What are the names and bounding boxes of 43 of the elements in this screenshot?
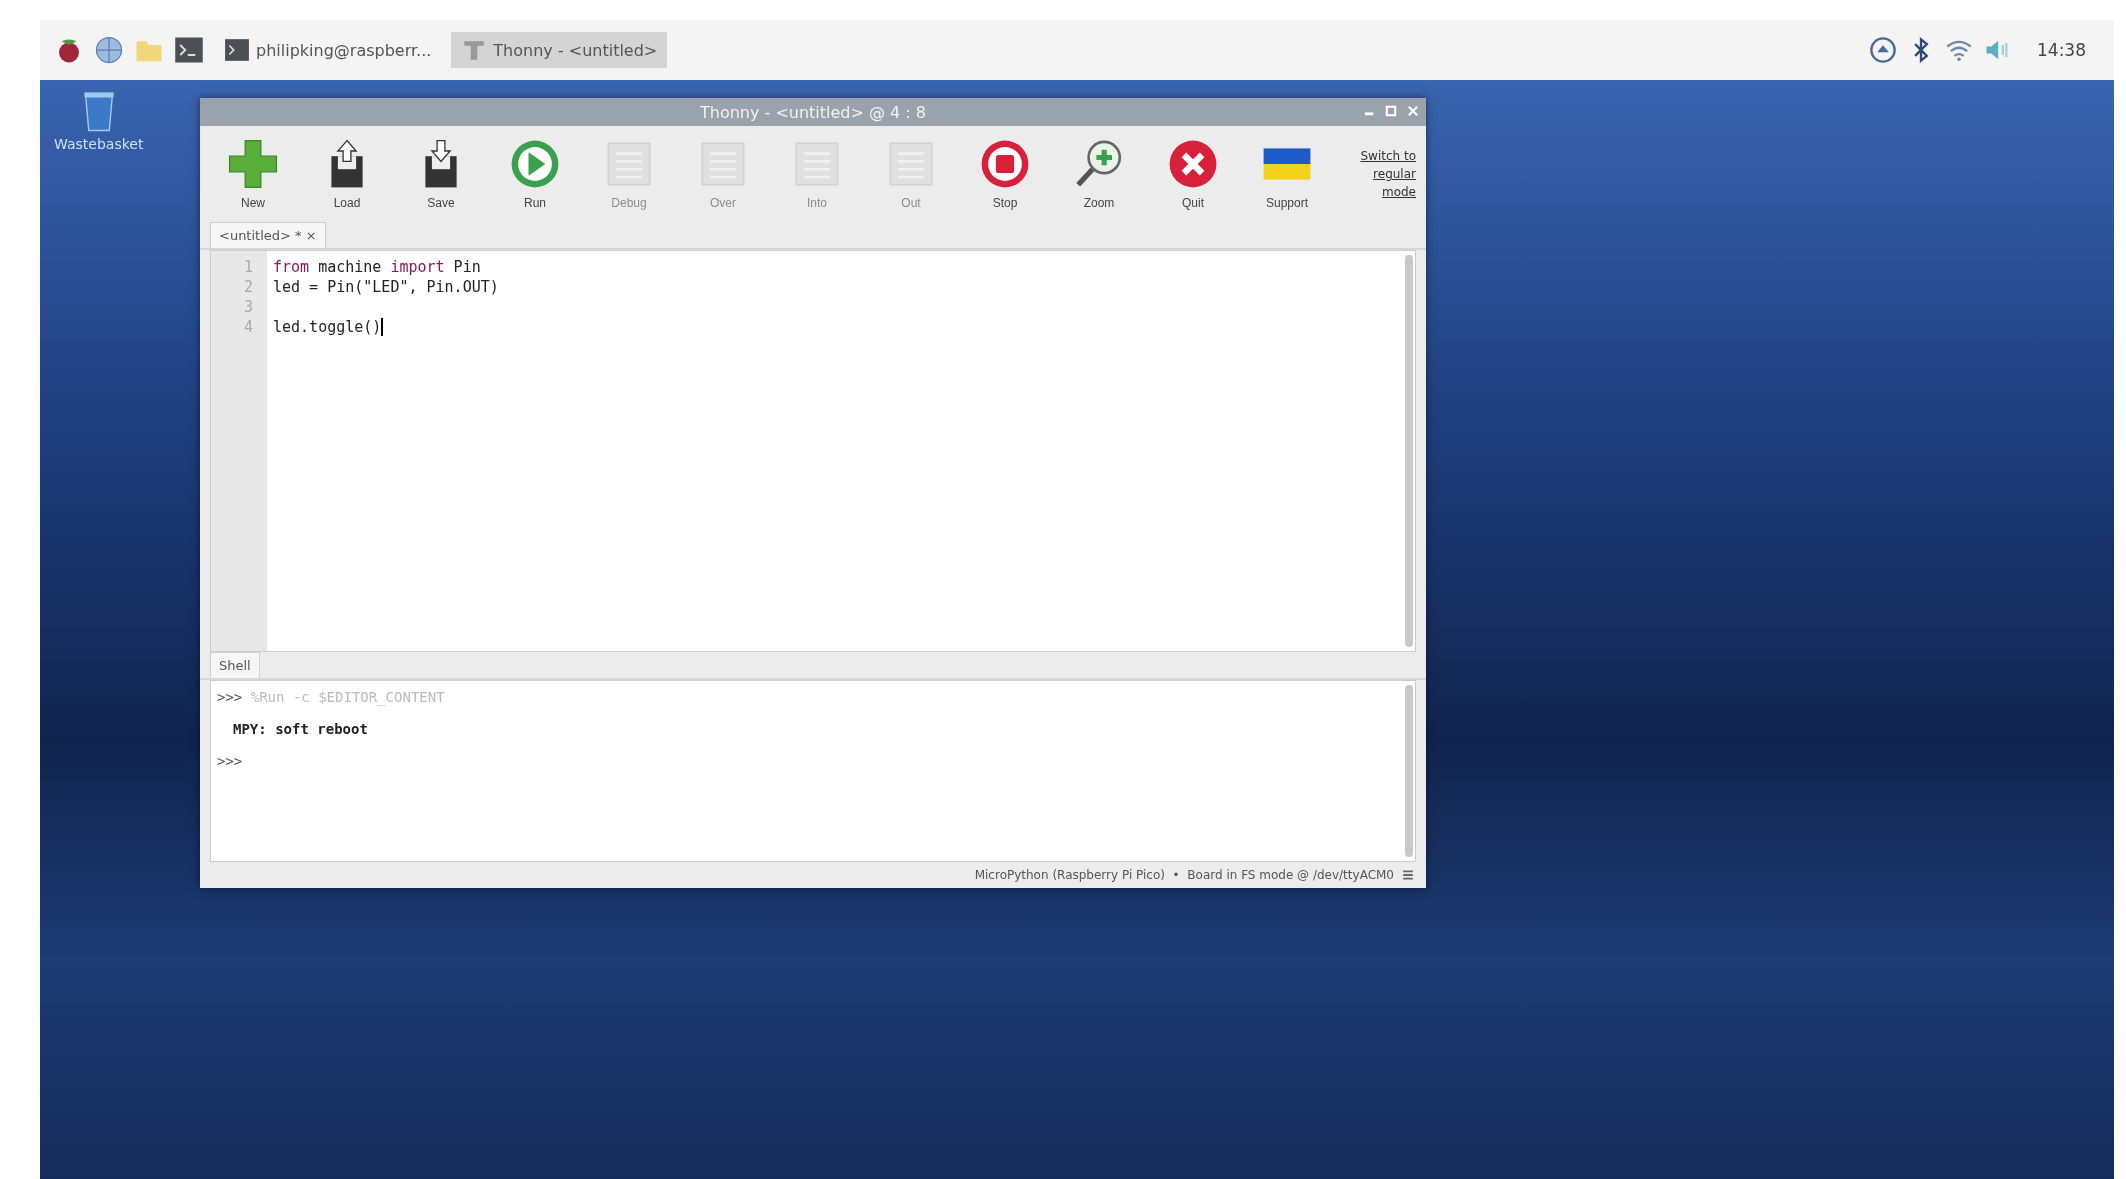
line-number: 4 xyxy=(243,317,253,337)
clock: 14:38 xyxy=(2037,40,2086,60)
play-icon xyxy=(509,138,561,190)
shell-tab[interactable]: Shell xyxy=(210,652,260,678)
plus-icon xyxy=(227,138,279,190)
window-title: Thonny - <untitled> @ 4 : 8 xyxy=(700,102,926,122)
toolbar-button[interactable]: Stop xyxy=(962,132,1048,216)
code-line: from machine import Pin xyxy=(273,257,481,277)
globe-icon[interactable] xyxy=(94,35,124,65)
line-number: 1 xyxy=(243,257,253,277)
taskbar-button[interactable]: Thonny - <untitled> xyxy=(451,32,668,68)
code-line: led.toggle() xyxy=(273,317,382,337)
desktop-icon-label[interactable]: Wastebasket xyxy=(54,136,144,152)
shell-command: %Run -c $EDITOR_CONTENT xyxy=(250,689,445,705)
shell-panel[interactable]: >>> %Run -c $EDITOR_CONTENT MPY: soft reboot >>> xyxy=(210,680,1416,862)
interpreter-status[interactable]: MicroPython (Raspberry Pi Pico) • Board in FS mode @ /dev/ttyACM0 xyxy=(974,868,1394,882)
shell-output: MPY: soft reboot xyxy=(233,721,368,737)
maximize-icon[interactable] xyxy=(1384,104,1398,118)
menu-icon[interactable] xyxy=(1402,869,1414,881)
taskbar-button[interactable]: philipking@raspberr... xyxy=(214,32,442,68)
terminal-icon[interactable] xyxy=(174,35,204,65)
code-editor[interactable]: 1 2 3 4 from machine import Pin led = Pin("LED", Pin.OUT) led.toggle() xyxy=(210,250,1416,652)
shell-prompt: >>> xyxy=(217,689,243,705)
mode-switch-link[interactable]: Switch to regular mode xyxy=(1346,147,1416,201)
editor-tab[interactable]: <untitled> * × xyxy=(210,222,326,248)
close-icon[interactable] xyxy=(1406,104,1420,118)
scrollbar[interactable] xyxy=(1405,255,1413,647)
toolbar-button[interactable]: Load xyxy=(304,132,390,216)
toolbar-button[interactable]: Quit xyxy=(1150,132,1236,216)
toolbar-button[interactable]: Support xyxy=(1244,132,1330,216)
line-number: 3 xyxy=(243,297,253,317)
stop-icon xyxy=(979,138,1031,190)
scrollbar[interactable] xyxy=(1405,685,1413,857)
close-circle-icon xyxy=(1167,138,1219,190)
terminal-icon xyxy=(224,37,250,63)
toolbar-button[interactable]: Run xyxy=(492,132,578,216)
line-number: 2 xyxy=(243,277,253,297)
eject-icon[interactable] xyxy=(1869,36,1897,64)
toolbar-button[interactable]: Zoom xyxy=(1056,132,1142,216)
code-line: led = Pin("LED", Pin.OUT) xyxy=(273,277,499,297)
toolbar-button[interactable]: Save xyxy=(398,132,484,216)
shell-prompt: >>> xyxy=(217,753,243,769)
toolbar-button[interactable]: New xyxy=(210,132,296,216)
